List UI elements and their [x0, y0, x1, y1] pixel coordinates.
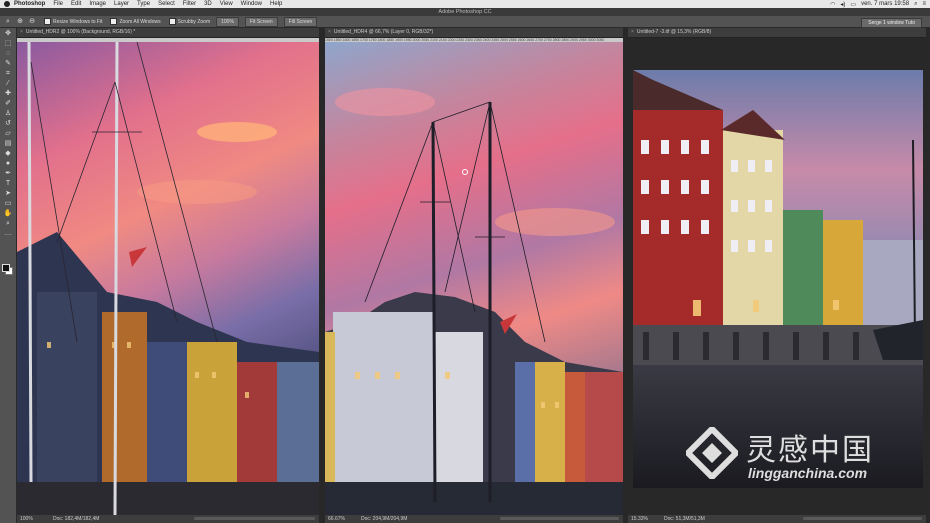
watermark-title: 灵感中国 [746, 433, 874, 468]
zoom-tool-icon[interactable]: ⌕ [4, 18, 12, 26]
resize-windows-checkbox[interactable]: Resize Windows to Fit [44, 18, 102, 25]
shape-tool-icon[interactable]: ▭ [3, 200, 13, 208]
blur-tool-icon[interactable]: ◆ [3, 150, 13, 158]
document-tab-3[interactable]: × Untitled-7 -3.tif @ 15,3% (RGB/8) [628, 28, 926, 38]
menu-edit[interactable]: Edit [71, 0, 81, 8]
zoom-out-icon[interactable]: ⊖ [28, 18, 36, 26]
wifi-icon[interactable]: ◠ [830, 1, 835, 8]
zoom-100-button[interactable]: 100% [216, 16, 239, 27]
scrollbar-2[interactable] [499, 517, 619, 520]
document-window-2: × Untitled_HDR4 @ 66,7% (Layer 0, RGB/32*… [325, 28, 623, 523]
gradient-tool-icon[interactable]: ▤ [3, 140, 13, 148]
menu-file[interactable]: File [53, 0, 63, 8]
menu-3d[interactable]: 3D [204, 0, 212, 8]
zoom-tool-panel-icon[interactable]: ⌕ [3, 220, 13, 228]
eyedropper-tool-icon[interactable]: ⁄ [3, 80, 13, 88]
clock[interactable]: ven. 7 mars 19:58 [861, 1, 909, 7]
list-icon[interactable]: ≡ [922, 1, 926, 7]
more-tools-icon[interactable]: … [3, 230, 13, 238]
app-title-bar: Adobe Photoshop CC [0, 8, 930, 16]
search-icon[interactable]: ⌕ [914, 1, 917, 8]
lasso-tool-icon[interactable]: ◌ [3, 50, 13, 58]
watermark-logo-icon [686, 427, 738, 479]
healing-tool-icon[interactable]: ✚ [3, 90, 13, 98]
zoom-in-icon[interactable]: ⊕ [16, 18, 24, 26]
menu-bar: Photoshop File Edit Image Layer Type Sel… [0, 0, 930, 8]
menu-select[interactable]: Select [158, 0, 175, 8]
close-icon[interactable]: × [631, 29, 634, 35]
menu-type[interactable]: Type [137, 0, 150, 8]
menu-help[interactable]: Help [270, 0, 282, 8]
watermark-url: lingganchina.com [748, 465, 868, 481]
crop-tool-icon[interactable]: ⌗ [3, 70, 13, 78]
path-select-icon[interactable]: ➤ [3, 190, 13, 198]
foreground-color-swatch[interactable] [2, 264, 10, 272]
menu-window[interactable]: Window [241, 0, 262, 8]
hand-tool-icon[interactable]: ✋ [3, 210, 13, 218]
quick-select-tool-icon[interactable]: ✎ [3, 60, 13, 68]
menu-filter[interactable]: Filter [183, 0, 196, 8]
move-tool-icon[interactable]: ✥ [3, 30, 13, 38]
menu-layer[interactable]: Layer [114, 0, 129, 8]
apple-icon[interactable] [4, 1, 10, 7]
image-canvas-2[interactable] [325, 42, 623, 515]
document-window-1: × Untitled_HDR2 @ 100% (Background, RGB/1… [17, 28, 319, 523]
scrubby-zoom-checkbox[interactable]: Scrubby Zoom [168, 18, 210, 25]
fill-screen-button[interactable]: Fill Screen [283, 16, 318, 27]
status-bar-2: 66.67% Doc: 204,9M/204,9M [325, 515, 623, 523]
battery-icon[interactable]: ▭ [850, 1, 856, 8]
marquee-tool-icon[interactable]: ⬚ [3, 40, 13, 48]
history-brush-icon[interactable]: ↺ [3, 120, 13, 128]
volume-icon[interactable]: ◂) [840, 1, 845, 8]
zoom-level-3[interactable]: 15.33% [631, 515, 648, 523]
status-bar-1: 100% Doc: 182,4M/182,4M [17, 515, 319, 523]
menu-app[interactable]: Photoshop [14, 0, 45, 8]
image-canvas-1[interactable] [17, 42, 319, 515]
document-tab-1[interactable]: × Untitled_HDR2 @ 100% (Background, RGB/1… [17, 28, 319, 38]
doc-size-3[interactable]: Doc: 51,3M/51,3M [664, 515, 705, 523]
scrollbar-1[interactable] [194, 517, 315, 520]
status-menus: ◠ ◂) ▭ ven. 7 mars 19:58 ⌕ ≡ [825, 0, 926, 8]
menu-view[interactable]: View [220, 0, 233, 8]
zoom-all-checkbox[interactable]: Zoom All Windows [110, 18, 161, 25]
doc-size-1[interactable]: Doc: 182,4M/182,4M [53, 515, 99, 523]
close-icon[interactable]: × [20, 29, 23, 35]
options-bar: ⌕ ⊕ ⊖ Resize Windows to Fit Zoom All Win… [0, 16, 930, 28]
brush-tool-icon[interactable]: ✐ [3, 100, 13, 108]
fit-screen-button[interactable]: Fit Screen [244, 16, 278, 27]
status-bar-3: 15.33% Doc: 51,3M/51,3M [628, 515, 926, 523]
dodge-tool-icon[interactable]: ● [3, 160, 13, 168]
document-tab-2[interactable]: × Untitled_HDR4 @ 66,7% (Layer 0, RGB/32*… [325, 28, 623, 38]
scrollbar-3[interactable] [802, 517, 922, 520]
doc-size-2[interactable]: Doc: 204,9M/204,9M [361, 515, 407, 523]
type-tool-icon[interactable]: T [3, 180, 13, 188]
close-icon[interactable]: × [328, 29, 331, 35]
pen-tool-icon[interactable]: ✒ [3, 170, 13, 178]
tools-panel: ✥ ⬚ ◌ ✎ ⌗ ⁄ ✚ ✐ ♙ ↺ ▱ ▤ ◆ ● ✒ T ➤ ▭ ✋ ⌕ … [0, 28, 17, 523]
stamp-tool-icon[interactable]: ♙ [3, 110, 13, 118]
zoom-level-2[interactable]: 66.67% [328, 515, 345, 523]
watermark: 灵感中国 lingganchina.com [686, 425, 906, 491]
eraser-tool-icon[interactable]: ▱ [3, 130, 13, 138]
workspace-select[interactable]: Serge 1 window Tuto [861, 18, 922, 28]
menu-image[interactable]: Image [89, 0, 106, 8]
zoom-level-1[interactable]: 100% [20, 515, 33, 523]
